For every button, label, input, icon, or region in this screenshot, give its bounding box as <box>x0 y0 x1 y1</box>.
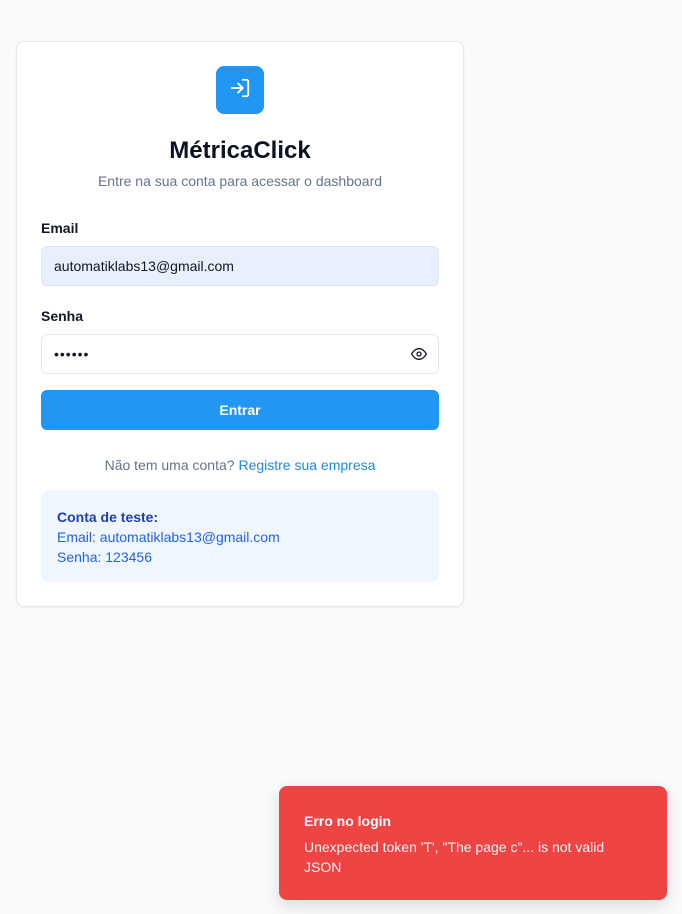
email-label: Email <box>41 220 79 236</box>
login-icon <box>229 77 251 104</box>
test-account-email: Email: automatiklabs13@gmail.com <box>57 529 280 545</box>
toast-message: Unexpected token 'T', "The page c"... is… <box>304 839 605 875</box>
eye-icon[interactable] <box>409 344 429 364</box>
test-account-password: Senha: 123456 <box>57 549 152 565</box>
password-label: Senha <box>41 308 84 324</box>
app-title: MétricaClick <box>169 137 311 164</box>
error-toast[interactable]: Erro no login Unexpected token 'T', "The… <box>279 786 667 900</box>
email-field[interactable] <box>41 246 439 286</box>
signup-prompt-text: Não tem uma conta? <box>104 457 235 473</box>
app-logo <box>216 66 264 114</box>
login-button[interactable]: Entrar <box>41 390 439 430</box>
login-page: MétricaClick Entre na sua conta para ace… <box>0 0 682 914</box>
test-account-title: Conta de teste: <box>57 509 159 525</box>
toast-title: Erro no login <box>304 813 392 829</box>
test-account-box: Conta de teste: Email: automatiklabs13@g… <box>41 490 439 582</box>
login-subtitle: Entre na sua conta para acessar o dashbo… <box>97 173 383 189</box>
signup-prompt: Não tem uma conta? Registre sua empresa <box>17 457 463 473</box>
register-company-link[interactable]: Registre sua empresa <box>238 457 375 473</box>
password-field[interactable] <box>41 334 439 374</box>
login-card: MétricaClick Entre na sua conta para ace… <box>16 41 464 607</box>
